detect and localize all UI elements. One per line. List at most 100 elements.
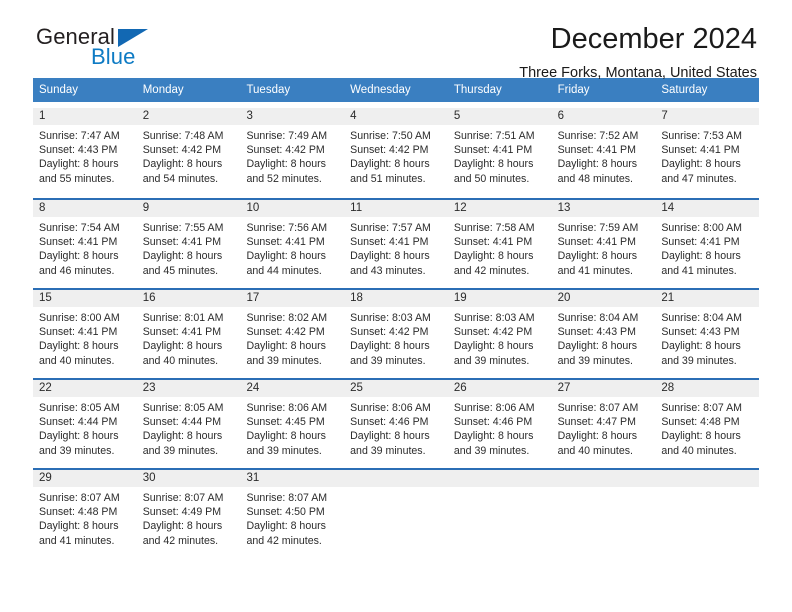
calendar-day-cell[interactable]: 24 Sunrise: 8:06 AM Sunset: 4:45 PM Dayligh… [240, 380, 345, 468]
calendar-day-cell[interactable]: 1 Sunrise: 7:47 AM Sunset: 4:43 PM Daylight… [33, 108, 137, 198]
daylight-duration-line1: Daylight: 8 hours [453, 340, 534, 353]
day-details: Sunrise: 8:07 AM Sunset: 4:49 PM Daylight:… [137, 487, 241, 548]
sunset-time: Sunset: 4:41 PM [39, 236, 118, 249]
daylight-duration-line1: Daylight: 8 hours [557, 250, 638, 263]
calendar-day-cell[interactable]: 21 Sunrise: 8:04 AM Sunset: 4:43 PM Dayligh… [655, 290, 760, 378]
daylight-duration-line1: Daylight: 8 hours [246, 430, 326, 443]
calendar-day-cell[interactable]: 23 Sunrise: 8:05 AM Sunset: 4:44 PM Dayligh… [136, 380, 241, 468]
daylight-duration-line1: Daylight: 8 hours [453, 430, 534, 443]
daylight-duration-line2: and 45 minutes. [142, 264, 219, 277]
sunrise-time: Sunrise: 8:06 AM [246, 402, 328, 414]
calendar-day-cell[interactable]: 5 Sunrise: 7:51 AM Sunset: 4:41 PM Daylight… [447, 108, 552, 198]
calendar-day-cell[interactable]: 25 Sunrise: 8:06 AM Sunset: 4:46 PM Dayligh… [344, 380, 448, 468]
day-details: Sunrise: 7:59 AM Sunset: 4:41 PM Daylight:… [552, 217, 656, 278]
calendar-day-cell[interactable]: 2 Sunrise: 7:48 AM Sunset: 4:42 PM Daylight… [136, 108, 241, 198]
day-details [448, 487, 552, 491]
sunset-time: Sunset: 4:43 PM [661, 326, 740, 339]
day-details: Sunrise: 8:00 AM Sunset: 4:41 PM Daylight:… [33, 307, 137, 368]
calendar-day-cell[interactable]: 15 Sunrise: 8:00 AM Sunset: 4:41 PM Dayligh… [33, 290, 137, 378]
calendar-day-cell[interactable]: 30 Sunrise: 8:07 AM Sunset: 4:49 PM Dayligh… [136, 470, 241, 558]
calendar-day-cell[interactable]: 26 Sunrise: 8:06 AM Sunset: 4:46 PM Dayligh… [447, 380, 552, 468]
calendar-day-cell[interactable]: 3 Sunrise: 7:49 AM Sunset: 4:42 PM Daylight… [240, 108, 345, 198]
calendar-day-cell[interactable]: 8 Sunrise: 7:54 AM Sunset: 4:41 PM Daylight… [33, 200, 137, 288]
daylight-duration-line2: and 42 minutes. [246, 534, 322, 547]
calendar-day-cell[interactable]: 20 Sunrise: 8:04 AM Sunset: 4:43 PM Dayligh… [551, 290, 656, 378]
daylight-duration-line2: and 55 minutes. [39, 172, 115, 185]
calendar-day-cell[interactable]: 12 Sunrise: 7:58 AM Sunset: 4:41 PM Dayligh… [447, 200, 552, 288]
sunrise-time: Sunrise: 7:57 AM [350, 222, 431, 234]
calendar-day-cell[interactable]: 11 Sunrise: 7:57 AM Sunset: 4:41 PM Dayligh… [344, 200, 448, 288]
calendar-day-cell[interactable]: 9 Sunrise: 7:55 AM Sunset: 4:41 PM Daylight… [136, 200, 241, 288]
sunset-time: Sunset: 4:41 PM [246, 236, 325, 249]
daylight-duration-line1: Daylight: 8 hours [350, 250, 430, 263]
daylight-duration-line1: Daylight: 8 hours [142, 250, 223, 263]
calendar-day-cell-empty [655, 470, 760, 558]
daylight-duration-line1: Daylight: 8 hours [142, 520, 223, 533]
day-details: Sunrise: 8:07 AM Sunset: 4:48 PM Daylight:… [655, 397, 759, 458]
day-details: Sunrise: 8:05 AM Sunset: 4:44 PM Daylight:… [33, 397, 137, 458]
calendar-day-cell[interactable]: 6 Sunrise: 7:52 AM Sunset: 4:41 PM Daylight… [551, 108, 656, 198]
calendar-page: General Blue December 2024 Three Forks, … [0, 0, 792, 612]
calendar-day-cell-empty [551, 470, 656, 558]
sunset-time: Sunset: 4:41 PM [142, 236, 222, 249]
daylight-duration-line1: Daylight: 8 hours [39, 340, 119, 353]
sunrise-time: Sunrise: 8:02 AM [246, 312, 328, 324]
day-number: 4 [344, 108, 448, 125]
calendar-week-row: 1 Sunrise: 7:47 AM Sunset: 4:43 PM Daylight… [33, 108, 760, 198]
sunset-time: Sunset: 4:44 PM [39, 416, 118, 429]
calendar-day-cell[interactable]: 31 Sunrise: 8:07 AM Sunset: 4:50 PM Dayligh… [240, 470, 345, 558]
calendar-day-cell[interactable]: 14 Sunrise: 8:00 AM Sunset: 4:41 PM Dayligh… [655, 200, 760, 288]
sunset-time: Sunset: 4:48 PM [39, 506, 118, 519]
daylight-duration-line2: and 40 minutes. [39, 354, 115, 367]
calendar-day-cell[interactable]: 13 Sunrise: 7:59 AM Sunset: 4:41 PM Dayligh… [551, 200, 656, 288]
calendar-day-cell[interactable]: 22 Sunrise: 8:05 AM Sunset: 4:44 PM Dayligh… [33, 380, 137, 468]
sunrise-time: Sunrise: 7:56 AM [246, 222, 328, 234]
daylight-duration-line1: Daylight: 8 hours [661, 158, 741, 171]
daylight-duration-line1: Daylight: 8 hours [557, 158, 638, 171]
day-details: Sunrise: 7:55 AM Sunset: 4:41 PM Daylight:… [137, 217, 241, 278]
day-details: Sunrise: 8:05 AM Sunset: 4:44 PM Daylight:… [137, 397, 241, 458]
sunset-time: Sunset: 4:46 PM [453, 416, 533, 429]
calendar-day-cell[interactable]: 4 Sunrise: 7:50 AM Sunset: 4:42 PM Daylight… [344, 108, 448, 198]
daylight-duration-line1: Daylight: 8 hours [557, 430, 638, 443]
sunrise-time: Sunrise: 8:00 AM [39, 312, 120, 324]
sunset-time: Sunset: 4:50 PM [246, 506, 325, 519]
calendar-day-cell[interactable]: 7 Sunrise: 7:53 AM Sunset: 4:41 PM Daylight… [655, 108, 760, 198]
day-details: Sunrise: 8:04 AM Sunset: 4:43 PM Daylight:… [655, 307, 759, 368]
calendar-day-cell[interactable]: 29 Sunrise: 8:07 AM Sunset: 4:48 PM Dayligh… [33, 470, 137, 558]
daylight-duration-line2: and 39 minutes. [350, 354, 426, 367]
sunrise-time: Sunrise: 7:49 AM [246, 130, 328, 142]
calendar-day-cell[interactable]: 16 Sunrise: 8:01 AM Sunset: 4:41 PM Dayligh… [136, 290, 241, 378]
daylight-duration-line2: and 41 minutes. [661, 264, 737, 277]
day-details [552, 487, 656, 491]
daylight-duration-line1: Daylight: 8 hours [557, 340, 638, 353]
day-number: 30 [136, 470, 241, 487]
day-details: Sunrise: 8:03 AM Sunset: 4:42 PM Daylight:… [344, 307, 448, 368]
day-number: 23 [136, 380, 241, 397]
daylight-duration-line1: Daylight: 8 hours [453, 250, 534, 263]
calendar-day-cell[interactable]: 19 Sunrise: 8:03 AM Sunset: 4:42 PM Dayligh… [447, 290, 552, 378]
daylight-duration-line2: and 39 minutes. [39, 444, 115, 457]
day-number: 12 [447, 200, 552, 217]
calendar-day-cell-empty [344, 470, 448, 558]
day-details: Sunrise: 8:06 AM Sunset: 4:46 PM Daylight:… [448, 397, 552, 458]
sunset-time: Sunset: 4:41 PM [453, 236, 533, 249]
daylight-duration-line2: and 41 minutes. [557, 264, 633, 277]
calendar-day-cell[interactable]: 17 Sunrise: 8:02 AM Sunset: 4:42 PM Dayligh… [240, 290, 345, 378]
daylight-duration-line1: Daylight: 8 hours [142, 430, 223, 443]
day-number: 26 [447, 380, 552, 397]
calendar-week-row: 15 Sunrise: 8:00 AM Sunset: 4:41 PM Dayligh… [33, 288, 760, 378]
calendar-day-cell[interactable]: 27 Sunrise: 8:07 AM Sunset: 4:47 PM Dayligh… [551, 380, 656, 468]
calendar-day-cell[interactable]: 10 Sunrise: 7:56 AM Sunset: 4:41 PM Dayligh… [240, 200, 345, 288]
daylight-duration-line1: Daylight: 8 hours [39, 250, 119, 263]
day-details: Sunrise: 8:02 AM Sunset: 4:42 PM Daylight:… [240, 307, 344, 368]
general-blue-logo[interactable]: General Blue [36, 24, 206, 72]
daylight-duration-line2: and 50 minutes. [453, 172, 530, 185]
calendar-day-cell[interactable]: 18 Sunrise: 8:03 AM Sunset: 4:42 PM Dayligh… [344, 290, 448, 378]
daylight-duration-line2: and 39 minutes. [142, 444, 219, 457]
sunrise-time: Sunrise: 8:03 AM [350, 312, 431, 324]
calendar-day-cell[interactable]: 28 Sunrise: 8:07 AM Sunset: 4:48 PM Dayligh… [655, 380, 760, 468]
day-number [447, 470, 552, 487]
daylight-duration-line2: and 47 minutes. [661, 172, 737, 185]
daylight-duration-line2: and 39 minutes. [453, 444, 530, 457]
